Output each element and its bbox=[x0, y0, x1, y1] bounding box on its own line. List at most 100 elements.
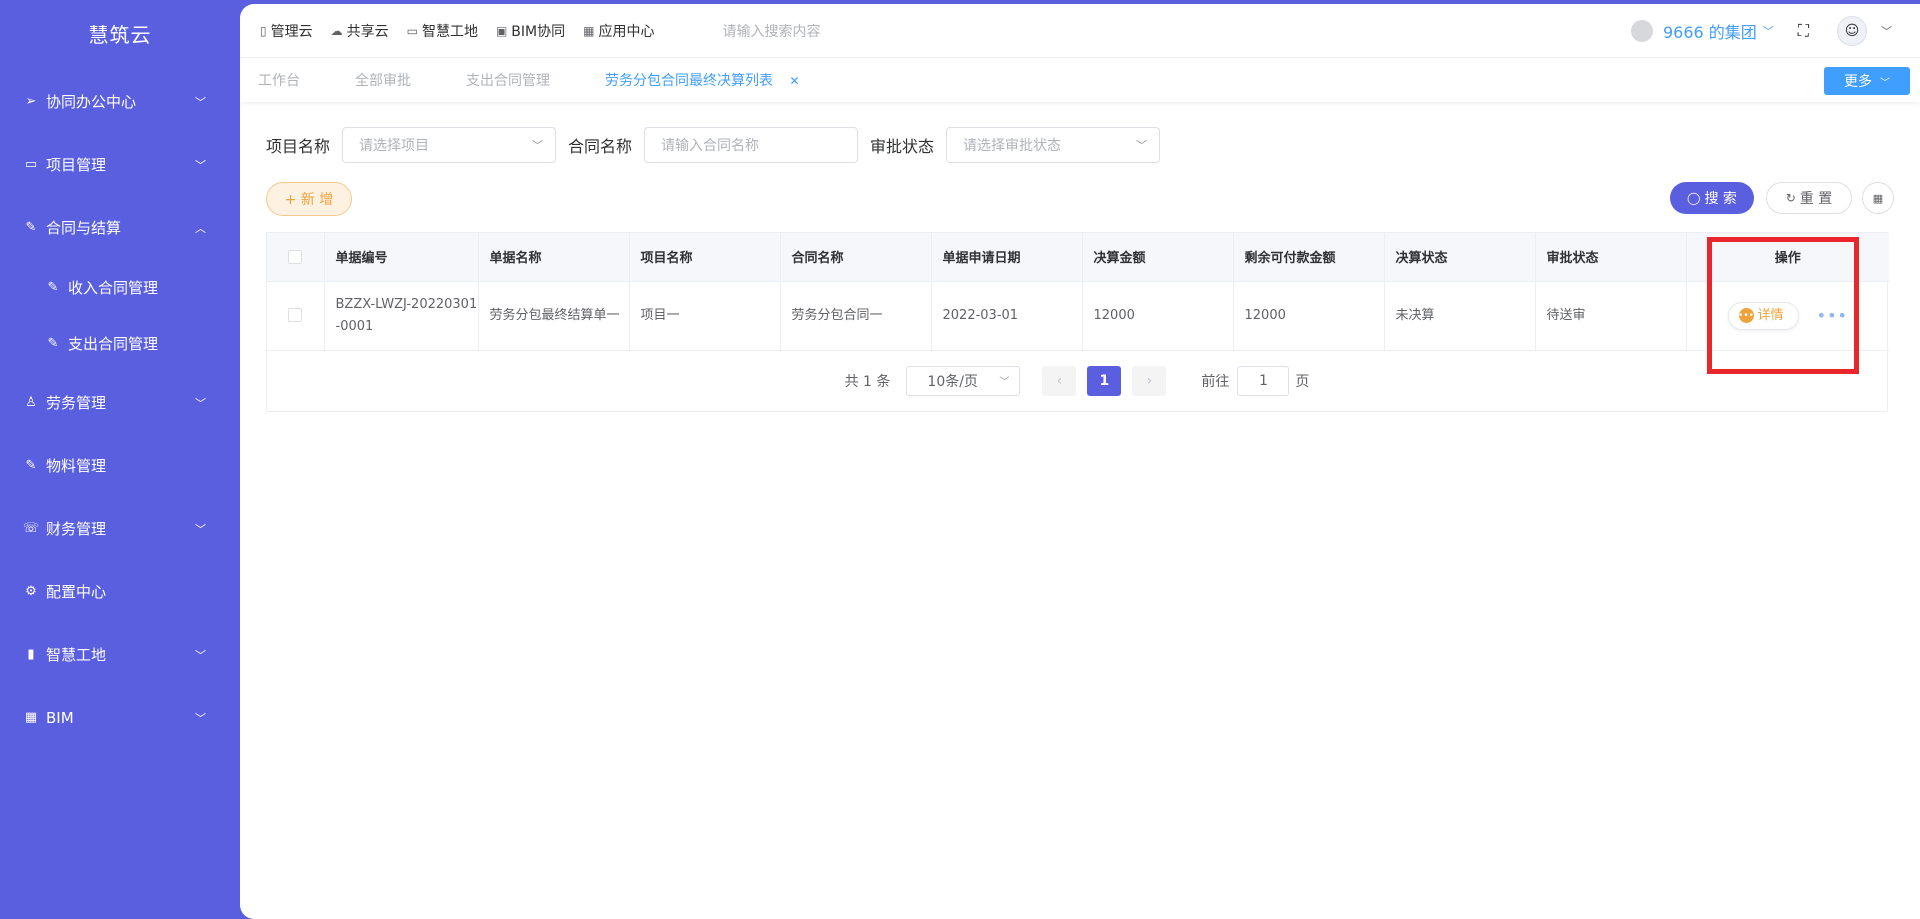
sidebar-item-project[interactable]: ▭ 项目管理 ﹀ bbox=[0, 133, 240, 196]
chevron-down-icon: ﹀ bbox=[1136, 139, 1148, 152]
row-select-cell bbox=[267, 281, 325, 351]
sidebar-subitem-expense-contract[interactable]: ✎ 支出合同管理 bbox=[0, 315, 240, 371]
group-selector[interactable]: 9666 的集团 ﹀ bbox=[1630, 19, 1774, 43]
goto-label: 前往 bbox=[1201, 373, 1230, 390]
prev-page-button[interactable]: ‹ bbox=[1042, 365, 1077, 396]
content-area: 项目名称 请选择项目 ﹀ 合同名称 请输入合同名称 审批状态 请选择审批状态 ﹀… bbox=[240, 102, 1920, 412]
tab-label: 劳务分包合同最终决算列表 bbox=[605, 73, 773, 89]
pagination: 共 1 条 10条/页 ﹀ ‹ 1 › 前往 1 页 bbox=[267, 351, 1887, 411]
select-all-checkbox[interactable] bbox=[288, 249, 303, 264]
tab-workbench[interactable]: 工作台 bbox=[258, 70, 300, 90]
chevron-down-icon: ﹀ bbox=[999, 377, 1010, 388]
page-size-value: 10条/页 bbox=[927, 373, 978, 390]
sidebar-item-label: 协同办公中心 bbox=[46, 93, 137, 111]
sidebar-item-smart-site[interactable]: ▮ 智慧工地 ﹀ bbox=[0, 623, 240, 686]
sidebar-subitem-label: 支出合同管理 bbox=[68, 334, 159, 353]
cloud-icon: ☁ bbox=[330, 23, 343, 38]
global-search-input[interactable]: 请输入搜索内容 bbox=[722, 21, 820, 41]
avatar[interactable]: ☺ bbox=[1837, 16, 1867, 46]
page-number-button[interactable]: 1 bbox=[1087, 365, 1122, 396]
contract-name-input[interactable]: 请输入合同名称 bbox=[644, 127, 859, 163]
topnav-label: 共享云 bbox=[346, 23, 389, 40]
main-panel: ▯ 管理云 ☁ 共享云 ▭ 智慧工地 ▣ BIM协同 ▦ 应用中心 请输入搜索内… bbox=[240, 4, 1920, 919]
more-circle-icon: ••• bbox=[1738, 308, 1754, 323]
detail-button[interactable]: ••• 详情 bbox=[1727, 301, 1799, 330]
sidebar-subitem-label: 收入合同管理 bbox=[68, 278, 159, 297]
topnav-label: 管理云 bbox=[270, 23, 313, 40]
reset-button[interactable]: ↻ 重 置 bbox=[1766, 182, 1852, 214]
contract-input-placeholder: 请输入合同名称 bbox=[661, 138, 760, 154]
cell-remaining: 12000 bbox=[1233, 281, 1385, 351]
fullscreen-icon[interactable]: ⛶ bbox=[1798, 21, 1809, 41]
topnav-smart-site[interactable]: ▭ 智慧工地 bbox=[407, 21, 478, 41]
topnav-management-cloud[interactable]: ▯ 管理云 bbox=[260, 21, 313, 41]
contract-filter-label: 合同名称 bbox=[568, 137, 633, 156]
cell-settle-status: 未决算 bbox=[1384, 281, 1536, 351]
sidebar-subitem-income-contract[interactable]: ✎ 收入合同管理 bbox=[0, 259, 240, 315]
chevron-down-icon[interactable]: ﹀ bbox=[1881, 23, 1892, 39]
topnav-bim[interactable]: ▣ BIM协同 bbox=[496, 21, 565, 41]
top-right-tools: 9666 的集团 ﹀ ⛶ ☺ ﹀ bbox=[1630, 4, 1892, 58]
sidebar-item-label: 合同与结算 bbox=[46, 219, 122, 237]
topnav-share-cloud[interactable]: ☁ 共享云 bbox=[331, 21, 389, 41]
chevron-down-icon: ﹀ bbox=[1880, 77, 1890, 89]
send-icon: ➢ bbox=[25, 94, 37, 109]
top-bar: ▯ 管理云 ☁ 共享云 ▭ 智慧工地 ▣ BIM协同 ▦ 应用中心 请输入搜索内… bbox=[240, 4, 1920, 58]
book-icon: ▯ bbox=[260, 23, 267, 38]
tab-expense-contracts[interactable]: 支出合同管理 bbox=[466, 70, 550, 90]
column-header: 单据名称 bbox=[478, 233, 630, 282]
cell-approval-status: 待送审 bbox=[1535, 281, 1687, 351]
approval-filter-label: 审批状态 bbox=[870, 137, 935, 156]
page-size-select[interactable]: 10条/页 ﹀ bbox=[906, 365, 1021, 396]
sidebar-item-contract[interactable]: ✎ 合同与结算 ︿ bbox=[0, 196, 240, 259]
close-icon[interactable]: ✕ bbox=[789, 74, 799, 88]
approval-status-select[interactable]: 请选择审批状态 ﹀ bbox=[946, 127, 1161, 163]
topnav-app-center[interactable]: ▦ 应用中心 bbox=[583, 21, 654, 41]
sidebar-item-labor[interactable]: ♙ 劳务管理 ﹀ bbox=[0, 371, 240, 434]
tab-all-approvals[interactable]: 全部审批 bbox=[355, 70, 411, 90]
sidebar-item-label: 物料管理 bbox=[46, 457, 107, 475]
add-button[interactable]: + 新 增 bbox=[266, 182, 352, 216]
project-select-placeholder: 请选择项目 bbox=[359, 138, 430, 154]
more-options-icon[interactable]: ••• bbox=[1817, 306, 1848, 325]
sidebar: 慧筑云 ➢ 协同办公中心 ﹀ ▭ 项目管理 ﹀ ✎ 合同与结算 ︿ ✎ 收入合同… bbox=[0, 0, 240, 919]
project-select[interactable]: 请选择项目 ﹀ bbox=[342, 127, 557, 163]
cell-project: 项目一 bbox=[629, 281, 781, 351]
tab-labor-final-settlement[interactable]: 劳务分包合同最终决算列表 ✕ bbox=[605, 70, 800, 90]
row-checkbox[interactable] bbox=[288, 308, 303, 322]
search-icon: ◯ bbox=[1687, 191, 1701, 205]
cell-contract: 劳务分包合同一 bbox=[780, 281, 932, 351]
sidebar-item-label: 智慧工地 bbox=[46, 646, 107, 664]
column-header: 单据申请日期 bbox=[931, 233, 1083, 282]
sidebar-item-material[interactable]: ✎ 物料管理 bbox=[0, 434, 240, 497]
box-icon: ▣ bbox=[495, 23, 508, 38]
app-logo: 慧筑云 bbox=[88, 23, 152, 47]
reset-button-label: 重 置 bbox=[1799, 191, 1833, 207]
table-row: BZZX-LWZJ-20220301-0001 劳务分包最终结算单一 项目一 劳… bbox=[267, 281, 1889, 351]
edit-icon: ✎ bbox=[25, 458, 37, 473]
gear-icon: ⚙ bbox=[25, 584, 37, 599]
chevron-down-icon: ﹀ bbox=[195, 648, 206, 662]
chevron-up-icon: ︿ bbox=[195, 221, 206, 235]
topnav-label: BIM协同 bbox=[511, 23, 566, 40]
book-icon: ▭ bbox=[406, 23, 418, 38]
column-settings-icon[interactable]: ▦ bbox=[1862, 182, 1894, 214]
sidebar-item-finance[interactable]: ☏ 财务管理 ﹀ bbox=[0, 497, 240, 560]
action-bar: + 新 增 ◯ 搜 索 ↻ 重 置 ▦ bbox=[266, 182, 1894, 218]
approval-select-placeholder: 请选择审批状态 bbox=[963, 138, 1062, 154]
sidebar-item-config[interactable]: ⚙ 配置中心 bbox=[0, 560, 240, 623]
goto-page-input[interactable]: 1 bbox=[1237, 365, 1290, 396]
next-page-button[interactable]: › bbox=[1132, 365, 1167, 396]
search-button[interactable]: ◯ 搜 索 bbox=[1670, 182, 1754, 214]
sidebar-item-collab[interactable]: ➢ 协同办公中心 ﹀ bbox=[0, 70, 240, 133]
more-button[interactable]: 更多 ﹀ bbox=[1824, 67, 1910, 95]
grid-icon: ▦ bbox=[583, 23, 595, 38]
topnav-label: 智慧工地 bbox=[421, 23, 478, 40]
data-table: 单据编号 单据名称 项目名称 合同名称 单据申请日期 决算金额 剩余可付款金额 … bbox=[266, 232, 1889, 412]
sidebar-item-bim[interactable]: ▦ BIM ﹀ bbox=[0, 686, 240, 749]
topnav-label: 应用中心 bbox=[598, 23, 655, 40]
tab-bar: 工作台 全部审批 支出合同管理 劳务分包合同最终决算列表 ✕ 更多 ﹀ bbox=[240, 58, 1920, 102]
chevron-down-icon: ﹀ bbox=[195, 158, 206, 172]
more-button-label: 更多 bbox=[1844, 74, 1872, 90]
column-header: 决算金额 bbox=[1082, 233, 1234, 282]
